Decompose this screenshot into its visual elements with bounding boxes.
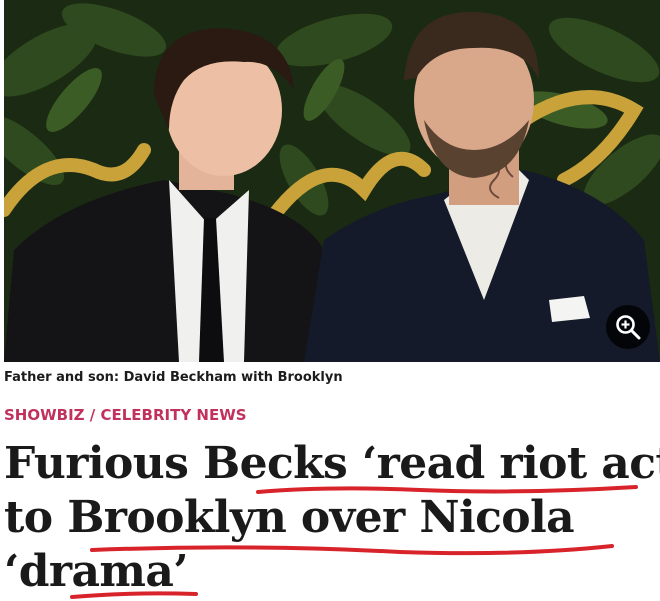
- headline-line-2: to Brooklyn over Nicola: [4, 492, 575, 543]
- article-headline: Furious Becks ‘read riot act’ to Brookly…: [4, 437, 660, 599]
- headline-line-3: ‘drama’: [4, 546, 189, 597]
- photo-caption: Father and son: David Beckham with Brook…: [4, 370, 343, 385]
- section-breadcrumb[interactable]: SHOWBIZ / CELEBRITY NEWS: [4, 406, 247, 424]
- article-photo[interactable]: [4, 0, 660, 362]
- zoom-in-icon: [616, 315, 641, 340]
- headline-line-1: Furious Becks ‘read riot act’: [4, 438, 660, 489]
- zoom-button[interactable]: [606, 305, 650, 349]
- photo-illustration: [4, 0, 660, 362]
